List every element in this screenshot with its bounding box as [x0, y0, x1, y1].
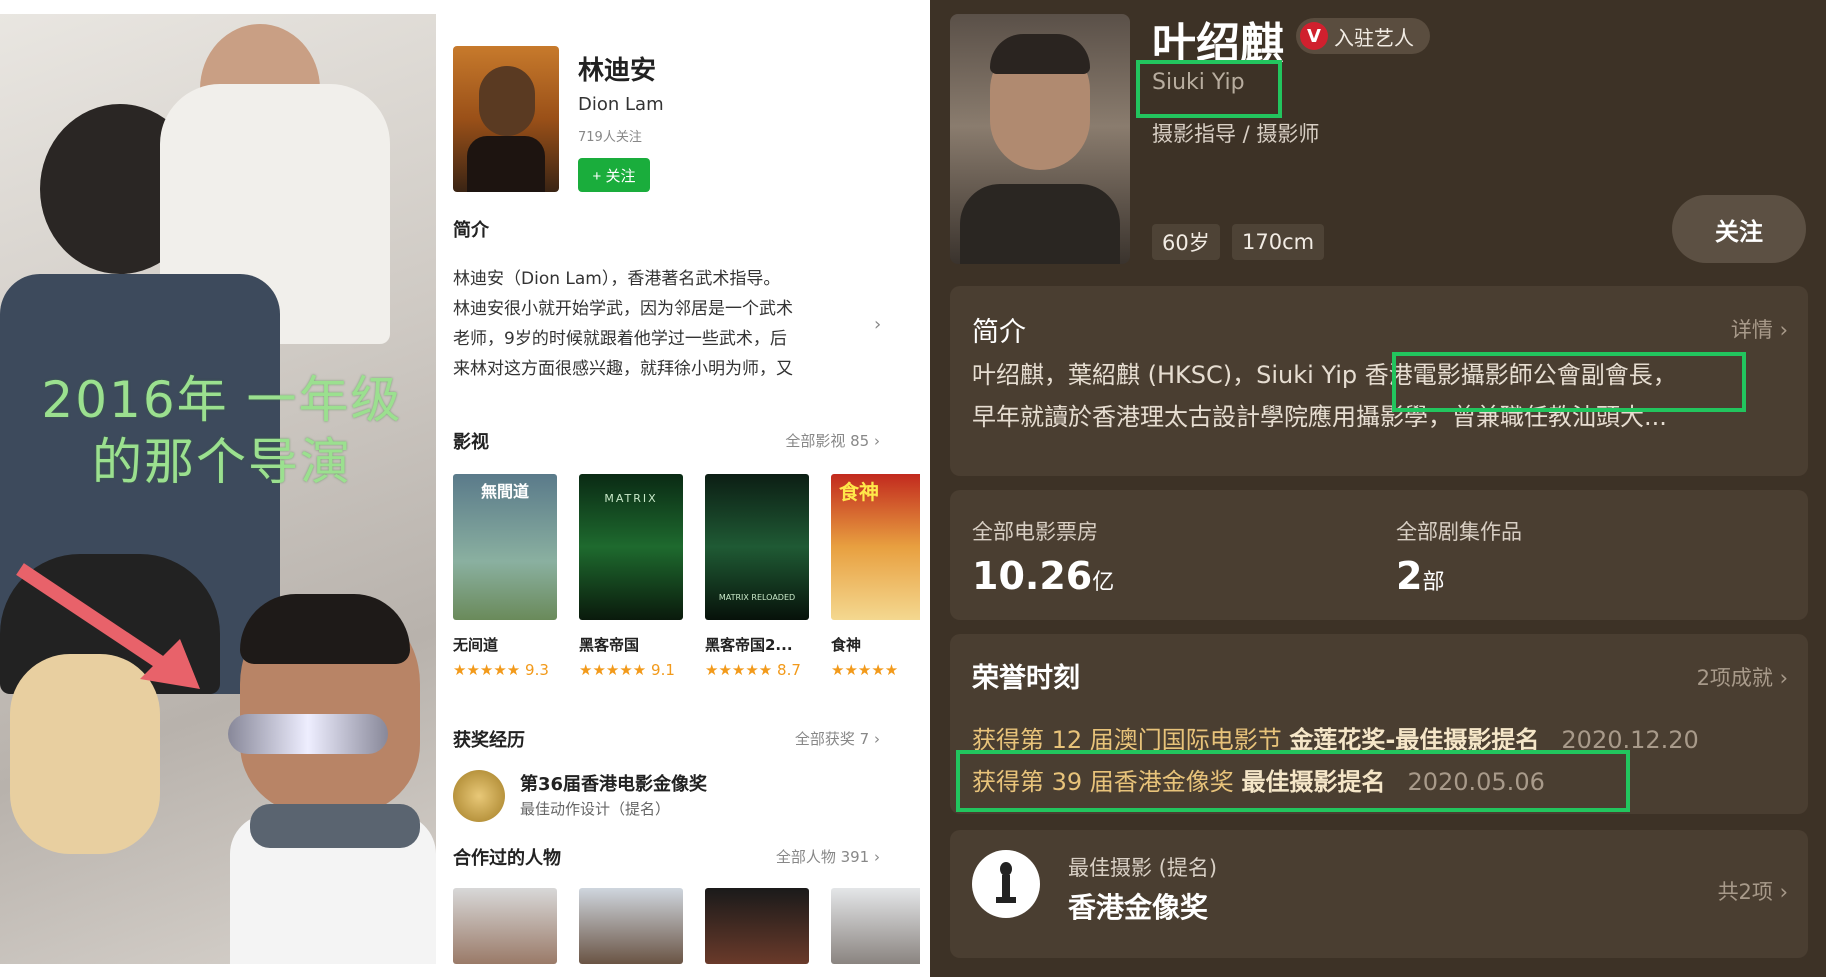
rating-score: 8.7	[777, 661, 801, 679]
verified-v-icon: V	[1300, 22, 1328, 50]
intro-text[interactable]: 林迪安（Dion Lam），香港著名武术指导。 林迪安很小就开始学武，因为邻居是…	[453, 264, 853, 384]
follow-button[interactable]: 关注	[1672, 195, 1806, 263]
poster-title: 食神	[839, 480, 879, 504]
caption-line-1: 2016年 一年级	[41, 371, 403, 429]
poster-title: MATRIX	[604, 492, 658, 505]
film-rating: ★★★★★ 9.1	[579, 661, 683, 679]
film-poster: 食神	[831, 474, 920, 620]
film-title: 黑客帝国2...	[705, 636, 793, 654]
green-highlight-box	[1136, 60, 1282, 118]
rating-score: 9.1	[651, 661, 675, 679]
film-poster: 無間道	[453, 474, 557, 620]
film-card[interactable]: 食神 食神 ★★★★★	[831, 474, 920, 679]
series-label: 全部剧集作品	[1396, 520, 1522, 544]
rating-stars: ★★★★★	[831, 661, 899, 679]
film-title: 食神	[831, 636, 862, 654]
caption-line-2: 的那个导演	[92, 433, 352, 491]
box-office-value[interactable]: 10.26亿	[972, 554, 1114, 598]
collaborator-avatar[interactable]	[453, 888, 557, 964]
intro-title: 简介	[972, 317, 1026, 348]
rating-stars: ★★★★★	[705, 661, 773, 679]
trophy-icon	[972, 850, 1040, 918]
poster-title: MATRIX RELOADED	[718, 593, 796, 602]
film-card[interactable]: MATRIX RELOADED 黑客帝国2... ★★★★★ 8.7	[705, 474, 809, 679]
intro-line: 林迪安很小就开始学武，因为邻居是一个武术	[453, 299, 793, 319]
awards-more-label: 全部获奖 7	[794, 730, 870, 748]
right-profile-page: 叶绍麒 V 入驻艺人 Siuki Yip 摄影指导 / 摄影师 60岁 170c…	[930, 0, 1826, 977]
profile-avatar	[453, 46, 559, 192]
intro-line: 老师，9岁的时候就跟着他学过一些武术，后	[453, 329, 787, 349]
verified-badge: V 入驻艺人	[1296, 18, 1430, 54]
films-title: 影视	[453, 432, 489, 453]
rating-stars: ★★★★★	[453, 661, 521, 679]
fans-count: 719人关注	[578, 130, 642, 145]
red-arrow-icon	[16, 563, 200, 689]
films-more-label: 全部影视 85	[785, 432, 870, 450]
green-highlight-box	[1392, 352, 1746, 412]
awards-title: 获奖经历	[453, 730, 525, 751]
intro-more-link[interactable]: 详情 ›	[1731, 314, 1788, 344]
verified-label: 入驻艺人	[1334, 25, 1414, 50]
award-category: 最佳动作设计（提名）	[520, 800, 671, 818]
award-card-more-link[interactable]: 共2项 ›	[1718, 876, 1788, 906]
honors-card: 荣誉时刻 2项成就 › 获得第 12 届澳门国际电影节 金莲花奖-最佳摄影提名 2…	[950, 634, 1808, 814]
films-more-link[interactable]: 全部影视 85 ›	[785, 430, 880, 451]
intro-line: 林迪安（Dion Lam），香港著名武术指导。	[453, 269, 781, 289]
rating-stars: ★★★★★	[579, 661, 647, 679]
awards-more-link[interactable]: 全部获奖 7 ›	[795, 728, 880, 749]
neck-fan	[250, 804, 420, 848]
profile-name: 林迪安	[578, 56, 657, 86]
profile-avatar	[950, 14, 1130, 264]
award-name[interactable]: 第36届香港电影金像奖	[520, 770, 707, 796]
film-rating: ★★★★★ 9.3	[453, 661, 557, 679]
man-hair	[240, 594, 410, 664]
photo-caption: 2016年 一年级 的那个导演	[22, 369, 422, 493]
left-profile-page: 林迪安 Dion Lam 719人关注 + 关注 简介 林迪安（Dion Lam…	[436, 14, 920, 964]
award-card-category: 最佳摄影 (提名)	[1068, 856, 1218, 880]
award-card[interactable]: 最佳摄影 (提名) 香港金像奖 共2项 ›	[950, 830, 1808, 958]
chevron-right-icon[interactable]: ›	[874, 314, 881, 335]
collab-more-label: 全部人物 391	[775, 848, 870, 866]
intro-card[interactable]: 简介 详情 › 叶绍麒，葉紹麒 (HKSC)，Siuki Yip 香港電影攝影師…	[950, 286, 1808, 476]
collab-title: 合作过的人物	[453, 848, 561, 869]
stats-card: 全部电影票房 10.26亿 全部剧集作品 2部	[950, 490, 1808, 620]
film-card[interactable]: 無間道 无间道 ★★★★★ 9.3	[453, 474, 557, 679]
series-number: 2	[1396, 554, 1423, 598]
profile-roles: 摄影指导 / 摄影师	[1152, 122, 1320, 146]
honors-title: 荣誉时刻	[972, 663, 1080, 694]
poster-title: 無間道	[480, 482, 529, 501]
collaborator-avatar[interactable]	[705, 888, 809, 964]
green-highlight-box	[956, 750, 1630, 812]
collaborator-avatar[interactable]	[831, 888, 920, 964]
laurel-icon	[453, 770, 505, 822]
award-card-title: 香港金像奖	[1068, 891, 1209, 924]
follow-button[interactable]: + 关注	[578, 158, 650, 192]
film-card[interactable]: MATRIX 黑客帝国 ★★★★★ 9.1	[579, 474, 683, 679]
intro-line: 来林对这方面很感兴趣，就拜徐小明为师，又	[453, 359, 793, 379]
film-title: 无间道	[453, 636, 499, 654]
height-tag: 170cm	[1232, 224, 1325, 260]
sunglasses	[228, 714, 388, 754]
series-value[interactable]: 2部	[1396, 554, 1444, 598]
intro-line-1-a: 叶绍麒，葉紹麒 (HKSC)，Siuki Yip	[972, 361, 1365, 389]
honors-more-link[interactable]: 2项成就 ›	[1697, 662, 1788, 692]
box-office-label: 全部电影票房	[972, 520, 1098, 544]
age-tag: 60岁	[1152, 224, 1220, 260]
film-rating: ★★★★★ 8.7	[705, 661, 809, 679]
film-poster: MATRIX	[579, 474, 683, 620]
film-title: 黑客帝国	[579, 636, 640, 654]
box-office-number: 10.26	[972, 554, 1093, 598]
series-unit: 部	[1422, 570, 1445, 595]
box-office-unit: 亿	[1092, 570, 1115, 595]
screenshot-collage: 2016年 一年级 的那个导演 林迪安 Dion Lam 719人关注 + 关注…	[0, 0, 1826, 977]
collaborator-avatar[interactable]	[579, 888, 683, 964]
collab-more-link[interactable]: 全部人物 391 ›	[776, 846, 880, 867]
rating-score: 9.3	[525, 661, 549, 679]
film-poster: MATRIX RELOADED	[705, 474, 809, 620]
film-rating: ★★★★★	[831, 661, 920, 679]
profile-english-name: Dion Lam	[578, 94, 664, 115]
intro-title: 简介	[453, 220, 489, 241]
candid-photo: 2016年 一年级 的那个导演	[0, 14, 436, 964]
